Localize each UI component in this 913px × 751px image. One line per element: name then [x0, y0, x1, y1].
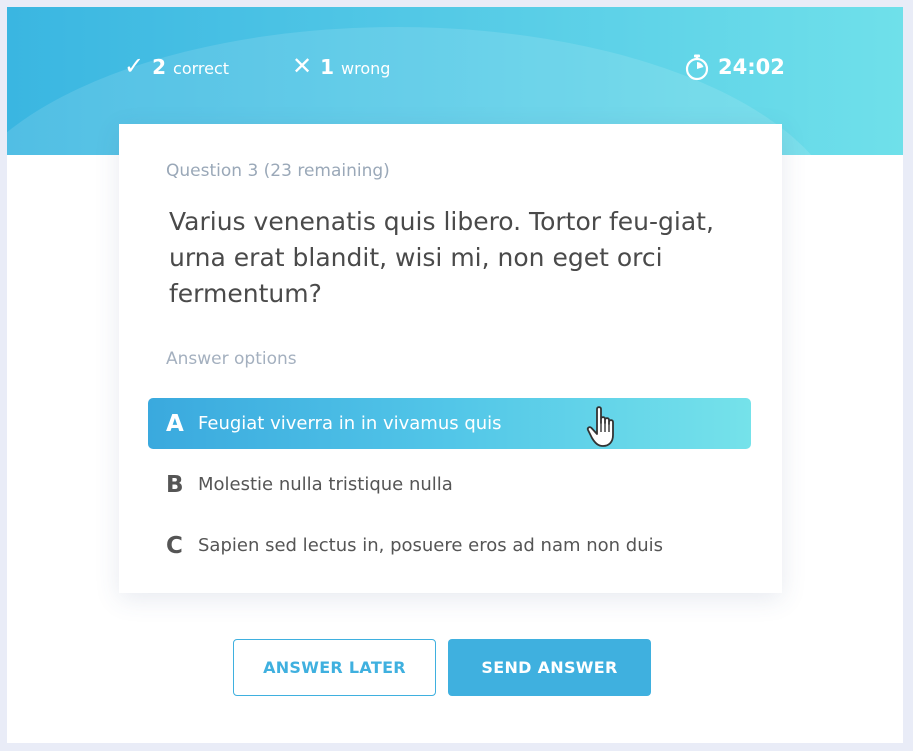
option-b[interactable]: B Molestie nulla tristique nulla — [148, 459, 751, 510]
timer: 24:02 — [684, 53, 785, 81]
timer-value: 24:02 — [718, 55, 785, 79]
answer-options-label: Answer options — [166, 349, 297, 369]
wrong-count: 1 — [320, 55, 335, 79]
check-icon: ✓ — [124, 52, 145, 80]
correct-count: 2 — [152, 55, 167, 79]
question-text: Varius venenatis quis libero. Tortor feu… — [169, 207, 714, 308]
cross-icon: ✕ — [292, 52, 313, 80]
answer-later-button[interactable]: ANSWER LATER — [233, 639, 436, 696]
option-letter: B — [166, 471, 184, 498]
wrong-stat: ✕ 1 wrong — [292, 54, 390, 79]
stopwatch-icon — [685, 54, 709, 81]
option-text: Molestie nulla tristique nulla — [198, 474, 453, 495]
option-letter: A — [166, 410, 184, 437]
wrong-label: wrong — [341, 59, 391, 78]
question-card: Question 3 (23 remaining) Varius venenat… — [119, 124, 782, 593]
option-c[interactable]: C Sapien sed lectus in, posuere eros ad … — [148, 520, 751, 571]
option-a[interactable]: A Feugiat viverra in in vivamus quis — [148, 398, 751, 449]
quiz-window: ✓ 2 correct ✕ 1 wrong 24:02 Question 3 (… — [7, 7, 903, 743]
option-text: Sapien sed lectus in, posuere eros ad na… — [198, 535, 664, 556]
question-number: Question 3 (23 remaining) — [166, 161, 390, 181]
option-letter: C — [166, 532, 183, 559]
correct-stat: ✓ 2 correct — [124, 54, 229, 79]
hand-cursor-icon — [586, 406, 614, 447]
send-answer-button[interactable]: SEND ANSWER — [448, 639, 651, 696]
correct-label: correct — [173, 59, 230, 78]
option-text: Feugiat viverra in in vivamus quis — [198, 413, 502, 434]
